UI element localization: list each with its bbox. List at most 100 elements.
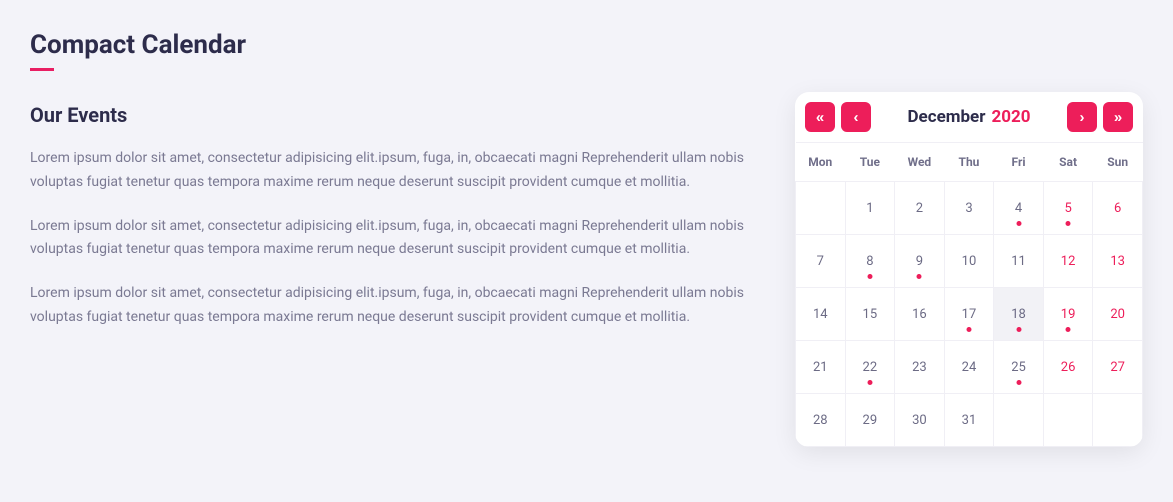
- calendar-title: December 2020: [908, 107, 1031, 127]
- calendar-month-label: December: [908, 107, 986, 127]
- day-number: 19: [1044, 307, 1093, 322]
- calendar-day[interactable]: 5: [1043, 182, 1093, 235]
- day-number: 28: [796, 413, 845, 428]
- event-paragraph: Lorem ipsum dolor sit amet, consectetur …: [30, 147, 750, 195]
- day-number: 22: [846, 360, 895, 375]
- event-dot-icon: [867, 380, 872, 385]
- calendar-week: 78910111213: [796, 235, 1143, 288]
- calendar-empty-cell: [994, 394, 1044, 447]
- prev-nav-group: « ‹: [805, 102, 871, 132]
- day-number: 27: [1093, 360, 1142, 375]
- day-number: 18: [994, 307, 1043, 322]
- events-subtitle: Our Events: [30, 103, 755, 127]
- next-month-button[interactable]: ›: [1067, 102, 1097, 132]
- event-dot-icon: [1016, 380, 1021, 385]
- content-column: Compact Calendar Our Events Lorem ipsum …: [30, 30, 755, 447]
- calendar-day[interactable]: 17: [944, 288, 994, 341]
- weekday-header: Mon: [796, 143, 846, 182]
- day-number: 15: [846, 307, 895, 322]
- calendar-day[interactable]: 29: [845, 394, 895, 447]
- prev-year-button[interactable]: «: [805, 102, 835, 132]
- calendar-week: 14151617181920: [796, 288, 1143, 341]
- calendar-day[interactable]: 19: [1043, 288, 1093, 341]
- weekday-header: Wed: [895, 143, 945, 182]
- calendar-day[interactable]: 3: [944, 182, 994, 235]
- calendar-day[interactable]: 25: [994, 341, 1044, 394]
- calendar-empty-cell: [1093, 394, 1143, 447]
- day-number: 17: [945, 307, 994, 322]
- day-number: 29: [846, 413, 895, 428]
- day-number: 11: [994, 254, 1043, 269]
- day-number: 4: [994, 201, 1043, 216]
- event-dot-icon: [966, 327, 971, 332]
- calendar-day[interactable]: 28: [796, 394, 846, 447]
- calendar-day[interactable]: 20: [1093, 288, 1143, 341]
- day-number: 25: [994, 360, 1043, 375]
- calendar-week: 28293031: [796, 394, 1143, 447]
- calendar-day[interactable]: 4: [994, 182, 1044, 235]
- calendar-day[interactable]: 15: [845, 288, 895, 341]
- day-number: 5: [1044, 201, 1093, 216]
- calendar-day[interactable]: 14: [796, 288, 846, 341]
- day-number: 13: [1093, 254, 1142, 269]
- day-number: 3: [945, 201, 994, 216]
- day-number: 10: [945, 254, 994, 269]
- weekday-header: Sun: [1093, 143, 1143, 182]
- calendar-day[interactable]: 13: [1093, 235, 1143, 288]
- calendar-day[interactable]: 31: [944, 394, 994, 447]
- event-dot-icon: [917, 274, 922, 279]
- day-number: 21: [796, 360, 845, 375]
- event-dot-icon: [1066, 327, 1071, 332]
- weekday-header: Thu: [944, 143, 994, 182]
- page-title: Compact Calendar: [30, 30, 755, 60]
- day-number: 23: [895, 360, 944, 375]
- prev-month-button[interactable]: ‹: [841, 102, 871, 132]
- day-number: 16: [895, 307, 944, 322]
- day-number: 30: [895, 413, 944, 428]
- calendar-week: 123456: [796, 182, 1143, 235]
- calendar-year-label: 2020: [991, 107, 1030, 127]
- day-number: 24: [945, 360, 994, 375]
- calendar-day[interactable]: 7: [796, 235, 846, 288]
- calendar-day[interactable]: 12: [1043, 235, 1093, 288]
- calendar-header: « ‹ December 2020 › »: [795, 92, 1143, 142]
- day-number: 31: [945, 413, 994, 428]
- calendar-day[interactable]: 21: [796, 341, 846, 394]
- calendar-day[interactable]: 8: [845, 235, 895, 288]
- event-dot-icon: [1016, 327, 1021, 332]
- calendar-day[interactable]: 10: [944, 235, 994, 288]
- calendar-day[interactable]: 9: [895, 235, 945, 288]
- calendar-day[interactable]: 1: [845, 182, 895, 235]
- event-dot-icon: [1066, 221, 1071, 226]
- day-number: 6: [1093, 201, 1142, 216]
- next-nav-group: › »: [1067, 102, 1133, 132]
- calendar-day[interactable]: 30: [895, 394, 945, 447]
- event-paragraph: Lorem ipsum dolor sit amet, consectetur …: [30, 282, 750, 330]
- day-number: 9: [895, 254, 944, 269]
- calendar-day[interactable]: 27: [1093, 341, 1143, 394]
- calendar-day[interactable]: 2: [895, 182, 945, 235]
- calendar-empty-cell: [1043, 394, 1093, 447]
- day-number: 1: [846, 201, 895, 216]
- weekday-header: Sat: [1043, 143, 1093, 182]
- calendar-day[interactable]: 23: [895, 341, 945, 394]
- day-number: 12: [1044, 254, 1093, 269]
- calendar-day[interactable]: 22: [845, 341, 895, 394]
- calendar-widget: « ‹ December 2020 › » MonTueWedThuFriSat…: [795, 92, 1143, 447]
- calendar-day[interactable]: 24: [944, 341, 994, 394]
- calendar-day[interactable]: 18: [994, 288, 1044, 341]
- calendar-empty-cell: [796, 182, 846, 235]
- calendar-day[interactable]: 26: [1043, 341, 1093, 394]
- day-number: 14: [796, 307, 845, 322]
- calendar-day[interactable]: 6: [1093, 182, 1143, 235]
- next-year-button[interactable]: »: [1103, 102, 1133, 132]
- calendar-grid: MonTueWedThuFriSatSun 123456789101112131…: [795, 142, 1143, 447]
- weekday-header: Fri: [994, 143, 1044, 182]
- calendar-day[interactable]: 11: [994, 235, 1044, 288]
- day-number: 20: [1093, 307, 1142, 322]
- weekday-header: Tue: [845, 143, 895, 182]
- event-dot-icon: [1016, 221, 1021, 226]
- calendar-day[interactable]: 16: [895, 288, 945, 341]
- day-number: 8: [846, 254, 895, 269]
- day-number: 7: [796, 254, 845, 269]
